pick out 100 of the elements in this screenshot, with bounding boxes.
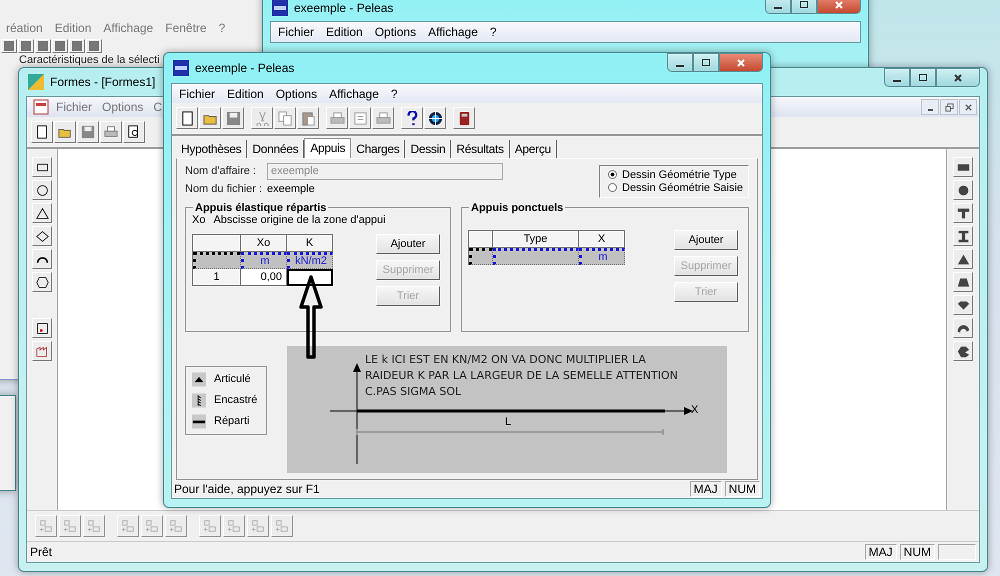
menu-item[interactable]: Options [370, 25, 422, 39]
align-icon [251, 519, 265, 533]
triangle-icon [956, 252, 970, 266]
maximize-icon [799, 0, 809, 10]
app-icon [173, 60, 189, 76]
status-panel [938, 544, 976, 560]
close-button[interactable] [959, 99, 977, 115]
app-icon [272, 0, 288, 16]
close-button[interactable] [817, 0, 861, 14]
toolbar-button[interactable] [199, 107, 221, 130]
status-text: Pour l'aide, appuyez sur F1 [174, 482, 320, 496]
close-button[interactable] [719, 53, 763, 72]
toolbar-button[interactable] [32, 180, 52, 200]
maximize-button[interactable] [910, 68, 936, 87]
toolbar-button[interactable] [32, 249, 52, 269]
group-title: Appuis élastique répartis [194, 202, 328, 214]
toolbar-button[interactable] [953, 318, 973, 338]
toolbar-button[interactable] [453, 107, 475, 130]
menu-item[interactable]: ? [484, 25, 502, 39]
menu-item[interactable]: Fenêtre [160, 21, 212, 35]
toolbar-button[interactable] [953, 226, 973, 246]
legend-label: Encastré [214, 394, 258, 406]
push-button[interactable]: Ajouter [674, 230, 738, 250]
panel-title: Caractéristiques de la sélecti [19, 54, 160, 67]
minimize-button[interactable] [765, 0, 791, 14]
window-title: exeemple - Peleas [294, 1, 394, 15]
menu-item[interactable]: Edition [321, 25, 368, 39]
unit-cell: m [241, 252, 287, 269]
status-indicator: NUM [900, 544, 935, 560]
toolbar-button[interactable] [32, 318, 52, 338]
menu-item[interactable]: Affichage [98, 21, 158, 35]
restore-button[interactable] [940, 99, 958, 115]
legend-label: Réparti [214, 415, 250, 428]
push-button[interactable]: Ajouter [376, 234, 440, 254]
shape-icon [956, 344, 970, 358]
menu-item[interactable]: Fichier [52, 100, 96, 114]
tab[interactable]: Appuis [304, 138, 352, 158]
toolbar-button[interactable] [953, 272, 973, 292]
menu-item[interactable]: réation [1, 21, 48, 35]
toolbar-button[interactable] [401, 107, 423, 130]
align-icon [87, 519, 101, 533]
menu-item[interactable]: ? [386, 86, 403, 101]
close-icon [964, 102, 972, 112]
close-button[interactable] [936, 68, 980, 87]
trapezoid-icon [956, 276, 970, 288]
menu-item[interactable]: Options [270, 86, 322, 101]
radio-button[interactable] [608, 183, 617, 192]
grid-cell [469, 248, 493, 265]
minimize-button[interactable] [884, 68, 910, 87]
menu-item[interactable]: C [149, 100, 166, 114]
minimize-icon [928, 109, 932, 111]
close-icon [736, 58, 746, 68]
menu-item[interactable]: Affichage [324, 86, 384, 101]
document-icon [352, 110, 368, 126]
unit-cell: kN/m2 [287, 252, 333, 269]
circle-icon [36, 184, 48, 196]
toolbar-button[interactable] [32, 203, 52, 223]
align-icon [275, 519, 289, 533]
toolbar-button[interactable] [953, 157, 973, 177]
close-icon [953, 72, 963, 82]
align-icon [203, 519, 217, 533]
menu-item[interactable]: Edition [50, 21, 96, 35]
radio-button[interactable] [608, 170, 617, 180]
annotation-text: LE k ICI EST EN KN/M2 ON VA DONC MULTIPLIER LA RAIDEUR K PAR LA LARGEUR DE LA SEMELLE ATTENTION C.PAS SIGMA SOL [365, 352, 679, 400]
toolbar-button[interactable] [953, 180, 973, 200]
toolbar-button[interactable] [424, 107, 446, 130]
scissors-icon [254, 110, 270, 126]
menu-item[interactable]: ? [214, 21, 230, 35]
diamond-icon [36, 230, 48, 242]
menu-item[interactable]: Fichier [174, 86, 220, 101]
toolbar-button[interactable] [54, 121, 76, 143]
printer-icon [104, 125, 118, 139]
align-icon [63, 519, 77, 533]
toolbar-button[interactable] [953, 249, 973, 269]
column-header: Xo [241, 234, 287, 252]
status-indicator: NUM [724, 480, 760, 497]
toolbar-button[interactable] [32, 226, 52, 246]
toolbar-button[interactable] [953, 341, 973, 361]
distributed-support-icon [192, 414, 206, 429]
toolbar-button[interactable] [31, 121, 53, 143]
i-beam-icon [956, 230, 970, 242]
maximize-button[interactable] [791, 0, 817, 14]
minimize-button[interactable] [667, 53, 693, 72]
square-icon [21, 41, 31, 51]
toolbar-button[interactable] [176, 107, 198, 130]
unit-cell: m [579, 248, 625, 265]
minimize-button[interactable] [921, 99, 939, 115]
field-label: Nom du fichier : [185, 182, 264, 195]
toolbar-button[interactable] [953, 295, 973, 315]
toolbar-button[interactable] [32, 341, 52, 361]
toolbar-button[interactable] [32, 157, 52, 177]
menu-item[interactable]: Fichier [273, 25, 320, 39]
toolbar-button[interactable] [953, 203, 973, 223]
maximize-button[interactable] [693, 53, 719, 72]
dimension-label: L [505, 416, 512, 428]
toolbar-button[interactable] [123, 121, 145, 143]
menu-item[interactable]: Edition [222, 86, 269, 101]
menu-item[interactable]: Affichage [423, 25, 483, 39]
toolbar-button[interactable] [32, 272, 52, 292]
menu-item[interactable]: Options [98, 100, 148, 114]
